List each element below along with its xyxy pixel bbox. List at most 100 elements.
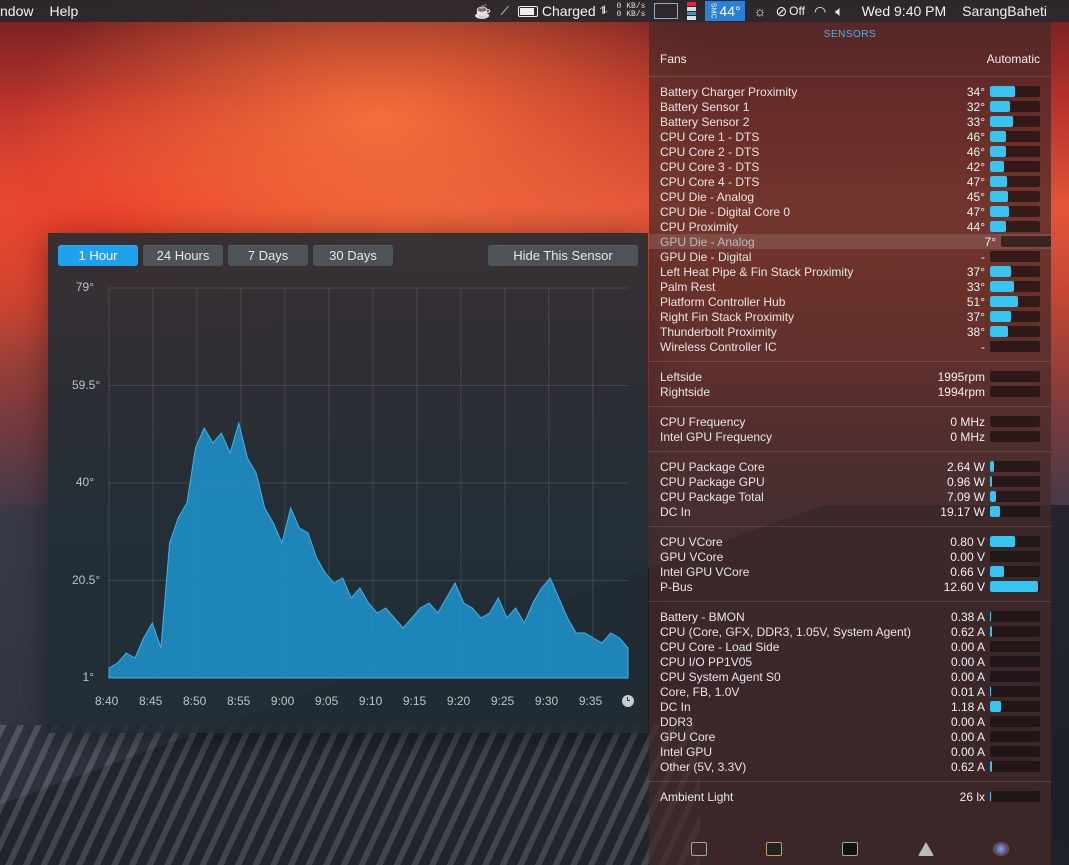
fans-mode[interactable]: Automatic [987, 52, 1040, 68]
sensor-row[interactable]: Thunderbolt Proximity 38° [660, 324, 1040, 339]
sensor-row[interactable]: Core, FB, 1.0V 0.01 A [660, 684, 1040, 699]
terminal-icon[interactable] [841, 842, 858, 856]
fans-control[interactable]: Fans Automatic [660, 52, 1040, 68]
sensor-bar-fill [990, 101, 1010, 112]
sensor-value: 0.00 V [950, 549, 985, 564]
sensor-row[interactable]: Battery Sensor 2 33° [660, 114, 1040, 129]
sensor-row[interactable]: Palm Rest 33° [660, 279, 1040, 294]
sensor-row[interactable]: GPU VCore 0.00 V [660, 549, 1040, 564]
sensor-row[interactable]: CPU Die - Digital Core 0 47° [660, 204, 1040, 219]
cpu-monitor-icon[interactable] [690, 842, 707, 856]
clock-icon[interactable] [622, 695, 634, 707]
sensor-row[interactable]: CPU Core - Load Side 0.00 A [660, 639, 1040, 654]
sensor-bar [990, 206, 1040, 217]
battery-status[interactable]: Charged ⥮ [517, 3, 608, 19]
x-tick-label: 8:55 [226, 694, 251, 708]
sensor-value: 0.00 A [950, 669, 985, 684]
sensor-row[interactable]: Right Fin Stack Proximity 37° [660, 309, 1040, 324]
memory-icon[interactable] [687, 2, 697, 20]
sensor-row[interactable]: CPU Package Core 2.64 W [660, 459, 1040, 474]
sensor-row[interactable]: Battery - BMON 0.38 A [660, 609, 1040, 624]
sensor-bar [990, 536, 1040, 547]
sensor-row[interactable]: CPU Frequency 0 MHz [660, 414, 1040, 429]
accessibility-status[interactable]: ⊘ Off [775, 3, 805, 20]
sensor-bar [990, 746, 1040, 757]
sensor-row[interactable]: CPU System Agent S0 0.00 A [660, 669, 1040, 684]
sensor-value: 0.00 A [950, 744, 985, 759]
sensor-row[interactable]: CPU Proximity 44° [660, 219, 1040, 234]
accessibility-text: Off [789, 4, 805, 18]
sensor-row[interactable]: Intel GPU VCore 0.66 V [660, 564, 1040, 579]
sensor-label: Thunderbolt Proximity [660, 324, 777, 339]
antenna-icon[interactable]: ⟋ [501, 4, 509, 19]
sensors-menu: SENSORS Fans Automatic Battery Charger P… [649, 22, 1051, 865]
sensor-bar [990, 221, 1040, 232]
sensor-row[interactable]: GPU Die - Analog 7° [649, 234, 1051, 249]
sensor-value: 0.66 V [950, 564, 985, 579]
brightness-icon[interactable]: ☼ [754, 3, 767, 19]
sensor-bar [990, 611, 1040, 622]
sensor-bar [990, 431, 1040, 442]
coffee-cup-icon[interactable]: ☕ [474, 3, 491, 20]
sensor-bar [990, 326, 1040, 337]
sensor-history-panel: 1 Hour 24 Hours 7 Days 30 Days Hide This… [48, 233, 648, 733]
menu-help[interactable]: Help [41, 3, 86, 19]
sensor-bar-fill [990, 86, 1015, 97]
sensor-row[interactable]: GPU Core 0.00 A [660, 729, 1040, 744]
menu-meters-icon[interactable] [993, 842, 1010, 856]
temperature-badge[interactable]: SMC 44° [705, 1, 745, 21]
user-name[interactable]: SarangBaheti [962, 3, 1047, 19]
sensor-bar-fill [990, 221, 1006, 232]
sensor-bar-fill [990, 506, 1000, 517]
sensor-bar [1001, 236, 1051, 247]
sensor-row[interactable]: Wireless Controller IC - [660, 339, 1040, 354]
sensor-row[interactable]: Battery Sensor 1 32° [660, 99, 1040, 114]
sensor-label: CPU Frequency [660, 414, 746, 429]
status-items: ☕ ⟋ Charged ⥮ 0 KB/s 0 KB/s SMC 44° ☼ ⊘ … [465, 0, 1069, 22]
chip-icon[interactable] [766, 842, 783, 856]
sensor-row[interactable]: Leftside 1995rpm [660, 369, 1040, 384]
sensor-row[interactable]: CPU Package GPU 0.96 W [660, 474, 1040, 489]
wifi-icon[interactable]: ◠ [814, 3, 826, 20]
sensor-bar [990, 131, 1040, 142]
sensor-row[interactable]: Intel GPU Frequency 0 MHz [660, 429, 1040, 444]
fan-icon[interactable] [917, 842, 934, 856]
sensor-row[interactable]: DC In 1.18 A [660, 699, 1040, 714]
sensor-label: CPU Core - Load Side [660, 639, 780, 654]
volume-icon[interactable]: 🔈︎ [835, 3, 843, 20]
sensor-label: Battery - BMON [660, 609, 745, 624]
sensor-row[interactable]: Other (5V, 3.3V) 0.62 A [660, 759, 1040, 774]
network-stats[interactable]: 0 KB/s 0 KB/s [617, 3, 646, 19]
x-tick-label: 9:00 [270, 694, 295, 708]
sensor-row[interactable]: CPU Die - Analog 45° [660, 189, 1040, 204]
temperature-chart [108, 287, 629, 679]
sensor-row[interactable]: CPU Core 2 - DTS 46° [660, 144, 1040, 159]
snow-backdrop [0, 725, 700, 865]
sensor-row[interactable]: Ambient Light 26 lx [660, 789, 1040, 804]
cpu-graph-icon[interactable] [654, 3, 679, 19]
sensor-row[interactable]: Platform Controller Hub 51° [660, 294, 1040, 309]
sensor-label: Platform Controller Hub [660, 294, 786, 309]
sensor-row[interactable]: CPU Core 3 - DTS 42° [660, 159, 1040, 174]
sensor-row[interactable]: Battery Charger Proximity 34° [660, 84, 1040, 99]
sensor-row[interactable]: Left Heat Pipe & Fin Stack Proximity 37° [660, 264, 1040, 279]
sensor-row[interactable]: CPU I/O PP1V05 0.00 A [660, 654, 1040, 669]
sensor-row[interactable]: CPU Package Total 7.09 W [660, 489, 1040, 504]
clock[interactable]: Wed 9:40 PM [862, 3, 947, 19]
sensor-bar [990, 701, 1040, 712]
sensor-row[interactable]: CPU VCore 0.80 V [660, 534, 1040, 549]
sensor-row[interactable]: DDR3 0.00 A [660, 714, 1040, 729]
sensor-row[interactable]: CPU Core 1 - DTS 46° [660, 129, 1040, 144]
sensor-row[interactable]: DC In 19.17 W [660, 504, 1040, 519]
sensor-row[interactable]: P-Bus 12.60 V [660, 579, 1040, 594]
sensor-label: Battery Charger Proximity [660, 84, 798, 99]
sensor-label: CPU Die - Digital Core 0 [660, 204, 791, 219]
sensor-row[interactable]: Intel GPU 0.00 A [660, 744, 1040, 759]
x-tick-label: 8:50 [182, 694, 207, 708]
sensor-row[interactable]: Rightside 1994rpm [660, 384, 1040, 399]
sensor-bar [990, 716, 1040, 727]
sensor-row[interactable]: GPU Die - Digital - [660, 249, 1040, 264]
menu-window[interactable]: ndow [0, 3, 41, 19]
sensor-row[interactable]: CPU (Core, GFX, DDR3, 1.05V, System Agen… [660, 624, 1040, 639]
sensor-row[interactable]: CPU Core 4 - DTS 47° [660, 174, 1040, 189]
